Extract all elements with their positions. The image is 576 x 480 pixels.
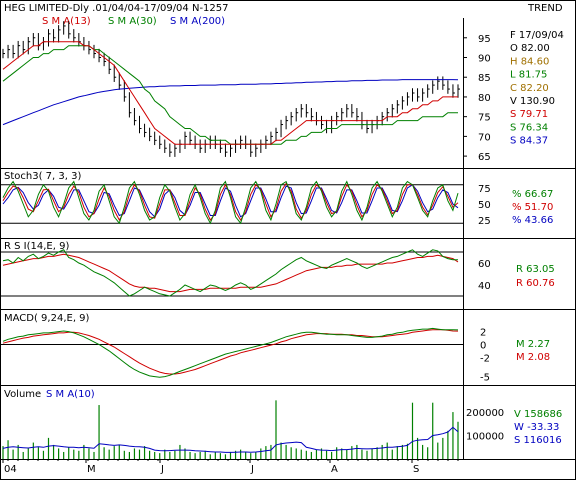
macd-y-tick: 0 [480,340,486,351]
volume-y-tick: 200000 [466,408,504,419]
volume-label: Volume [4,389,41,400]
price-y-tick: 75 [478,113,491,124]
price-info-line: S 76.34 [510,122,548,133]
price-info-line: H 84.60 [510,56,549,67]
stoch-value: % 43.66 [512,215,553,226]
price-y-tick: 80 [478,93,491,104]
price-y-tick: 85 [478,73,491,84]
price-info-line: S 84.37 [510,136,548,147]
macd-label: MACD( 9,24,E, 9) [4,313,90,324]
macd-value: M 2.27 [516,339,550,350]
x-tick-label: J [250,464,254,475]
x-tick-label: A [331,464,338,475]
macd-value: M 2.08 [516,352,550,363]
stoch-y-tick: 75 [478,184,491,195]
stoch-value: % 66.67 [512,189,553,200]
rsi-value: R 63.05 [516,264,555,275]
macd-y-tick: 2 [480,328,486,339]
chart-title: HEG LIMITED-Dly .01/04/04-17/09/04 N-125… [4,3,229,14]
macd-y-tick: -5 [480,373,490,384]
legend-sma13: S M A(13) [42,16,91,27]
price-info-line: O 82.00 [510,43,550,54]
trend-label: TREND [527,3,563,14]
rsi-y-tick: 40 [478,281,491,292]
volume-y-tick: 100000 [466,432,504,443]
volume-value: W -33.33 [514,422,559,433]
x-tick-label: S [413,464,419,475]
stoch-y-tick: 25 [478,216,491,227]
price-y-tick: 70 [478,132,491,143]
legend-sma30: S M A(30) [108,16,157,27]
rsi-value: R 60.76 [516,278,555,289]
stoch-label: Stoch3( 7, 3, 3) [4,171,81,182]
price-info-line: C 82.20 [510,83,549,94]
x-tick-label: 04 [4,464,17,475]
price-y-tick: 90 [478,54,491,65]
rsi-y-tick: 60 [478,259,491,270]
stock-chart: HEG LIMITED-Dly .01/04/04-17/09/04 N-125… [0,0,576,480]
x-tick-label: M [87,464,96,475]
price-y-tick: 65 [478,152,491,163]
stoch-y-tick: 50 [478,200,491,211]
stoch-value: % 51.70 [512,202,553,213]
volume-value: V 158686 [514,409,562,420]
macd-y-tick: -2 [480,353,490,364]
price-info-line: F 17/09/04 [510,30,564,41]
volume-sma-label: S M A(10) [46,389,95,400]
volume-value: S 116016 [514,435,562,446]
legend-sma200: S M A(200) [170,16,225,27]
price-info-line: S 79.71 [510,109,548,120]
price-info-line: L 81.75 [510,70,547,81]
price-y-tick: 95 [478,34,491,45]
price-info-line: V 130.90 [510,96,555,107]
rsi-label: R S I(14,E, 9) [4,241,69,252]
x-tick-label: J [160,464,164,475]
